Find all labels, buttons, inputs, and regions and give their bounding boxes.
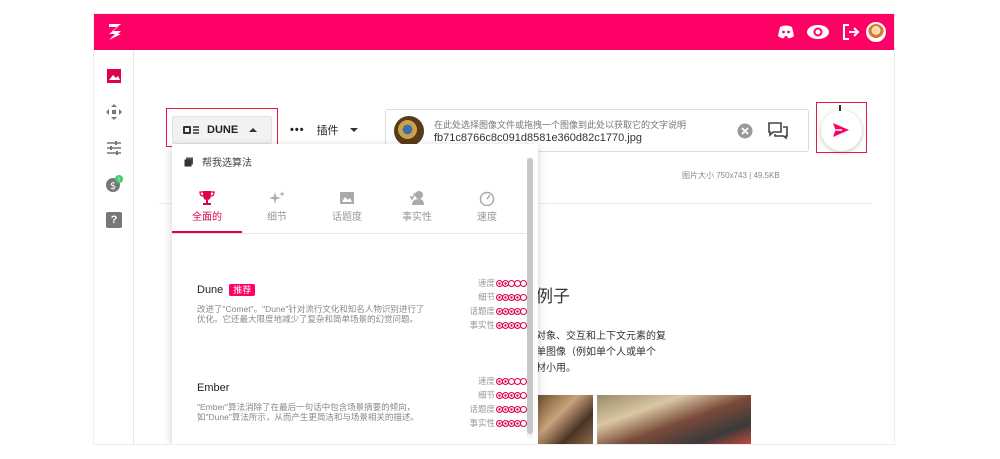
image-frame-icon <box>340 192 354 204</box>
example-image[interactable] <box>536 395 593 444</box>
algorithm-description: "Ember"算法消除了在最后一句话中包含场景摘要的倾向，如"Dune"算法所示… <box>197 402 419 422</box>
rating-dot-empty <box>520 377 527 385</box>
tab-label: 全面的 <box>192 212 222 223</box>
body-text-line: 单图像（例如单个人或单个 <box>536 347 656 358</box>
logout-icon[interactable] <box>841 22 861 42</box>
metric-label: 速度 <box>477 278 495 288</box>
algorithm-option-ember[interactable]: Ember "Ember"算法消除了在最后一句话中包含场景摘要的倾向，如"Dun… <box>197 376 527 428</box>
eye-icon[interactable] <box>806 22 830 42</box>
body-text-line: 对象、交互和上下文元素的复 <box>536 331 666 342</box>
rating-dot-empty <box>520 307 527 315</box>
algorithm-dropdown: 帮我选算法 全面的 细节 话题度 事实性 速度 Dune 推荐 改进了"Come… <box>172 144 538 444</box>
cards-icon <box>184 157 193 166</box>
help-me-choose-label: 帮我选算法 <box>202 158 252 169</box>
metric-factuality: 事实性 <box>437 416 527 430</box>
plugin-button[interactable]: ••• 插件 <box>290 120 359 140</box>
metric-speed: 速度 <box>437 374 527 388</box>
rating-dots <box>496 377 527 385</box>
chat-icon[interactable] <box>768 122 788 140</box>
app-window: $ ! ? 例子 对象、交互和上下文元素的复 单图像（例如单个人或单个 材小用。… <box>94 14 894 444</box>
rating-dot-empty <box>520 405 527 413</box>
algorithm-option-dune[interactable]: Dune 推荐 改进了"Comet"。"Dune"针对流行文化和知名人物识别进行… <box>197 278 527 330</box>
rating-dot-empty <box>520 293 527 301</box>
algorithm-tabs: 全面的 细节 话题度 事实性 速度 <box>172 188 526 234</box>
move-icon[interactable] <box>105 103 123 121</box>
body-text-line: 材小用。 <box>536 363 576 374</box>
scrollbar-thumb[interactable] <box>527 158 533 434</box>
tab-label: 细节 <box>267 212 287 223</box>
tab-detail[interactable]: 细节 <box>242 188 312 234</box>
highlight-box <box>816 102 867 153</box>
section-heading: 例子 <box>536 287 570 306</box>
tab-topicality[interactable]: 话题度 <box>312 188 382 234</box>
rating-dots <box>496 391 527 399</box>
svg-text:!: ! <box>118 177 120 184</box>
metric-detail: 细节 <box>437 290 527 304</box>
highlight-box <box>166 108 278 147</box>
metric-label: 话题度 <box>469 404 495 414</box>
speedometer-icon <box>479 191 495 206</box>
metrics: 速度 细节 话题度 事实性 <box>437 374 527 430</box>
recommended-badge: 推荐 <box>229 284 256 296</box>
rating-dot-empty <box>520 419 527 427</box>
algorithm-name: Ember <box>197 382 230 394</box>
logo-icon[interactable] <box>106 22 124 42</box>
rating-dots <box>496 307 527 315</box>
rating-dots <box>496 405 527 413</box>
tab-label: 事实性 <box>402 212 432 223</box>
more-icon: ••• <box>290 124 305 136</box>
tab-comprehensive[interactable]: 全面的 <box>172 188 242 234</box>
image-icon[interactable] <box>105 67 123 85</box>
discord-icon[interactable] <box>776 22 796 42</box>
algorithm-description: 改进了"Comet"。"Dune"针对流行文化和知名人物识别进行了优化。它还最大… <box>197 304 425 324</box>
rating-dots <box>496 321 527 329</box>
rating-dots <box>496 419 527 427</box>
clear-icon[interactable] <box>737 123 753 139</box>
rating-dot-empty <box>520 279 527 287</box>
uploaded-image-thumbnail <box>394 116 424 146</box>
metric-factuality: 事实性 <box>437 318 527 332</box>
tab-factuality[interactable]: 事实性 <box>382 188 452 234</box>
rating-dot-empty <box>520 321 527 329</box>
image-size-info: 图片大小 750x743 | 49.5KB <box>682 171 780 180</box>
sidebar: $ ! ? <box>94 50 134 444</box>
avatar[interactable] <box>866 22 886 42</box>
svg-text:$: $ <box>110 181 116 192</box>
dollar-icon[interactable]: $ ! <box>105 175 123 193</box>
help-me-choose-link[interactable]: 帮我选算法 <box>184 154 252 169</box>
metric-topicality: 话题度 <box>437 304 527 318</box>
sparkle-icon <box>269 191 285 204</box>
trophy-icon <box>199 191 215 205</box>
metric-speed: 速度 <box>437 276 527 290</box>
rating-dot-empty <box>520 391 527 399</box>
algorithm-name: Dune <box>197 284 224 296</box>
caret-down-icon <box>349 128 358 132</box>
example-image[interactable] <box>597 395 751 444</box>
tab-label: 速度 <box>477 212 497 223</box>
metric-label: 事实性 <box>469 320 495 330</box>
active-tab-indicator <box>172 231 242 233</box>
person-check-icon <box>409 191 424 205</box>
metric-detail: 细节 <box>437 388 527 402</box>
sliders-icon[interactable] <box>105 139 123 157</box>
upload-filename: fb71c8766c8c091d8581e360d82c1770.jpg <box>434 132 642 144</box>
metric-label: 细节 <box>477 292 495 302</box>
metric-label: 细节 <box>477 390 495 400</box>
metric-label: 话题度 <box>469 306 495 316</box>
tab-label: 话题度 <box>332 212 362 223</box>
upload-hint: 在此处选择图像文件或拖拽一个图像到此处以获取它的文字说明 <box>434 120 687 130</box>
metric-label: 事实性 <box>469 418 495 428</box>
rating-dots <box>496 279 527 287</box>
help-icon[interactable]: ? <box>106 212 122 228</box>
metric-label: 速度 <box>477 376 495 386</box>
plugin-label: 插件 <box>316 125 339 137</box>
rating-dots <box>496 293 527 301</box>
metric-topicality: 话题度 <box>437 402 527 416</box>
metrics: 速度 细节 话题度 事实性 <box>437 276 527 332</box>
tab-speed[interactable]: 速度 <box>452 188 522 234</box>
top-bar <box>94 14 894 50</box>
